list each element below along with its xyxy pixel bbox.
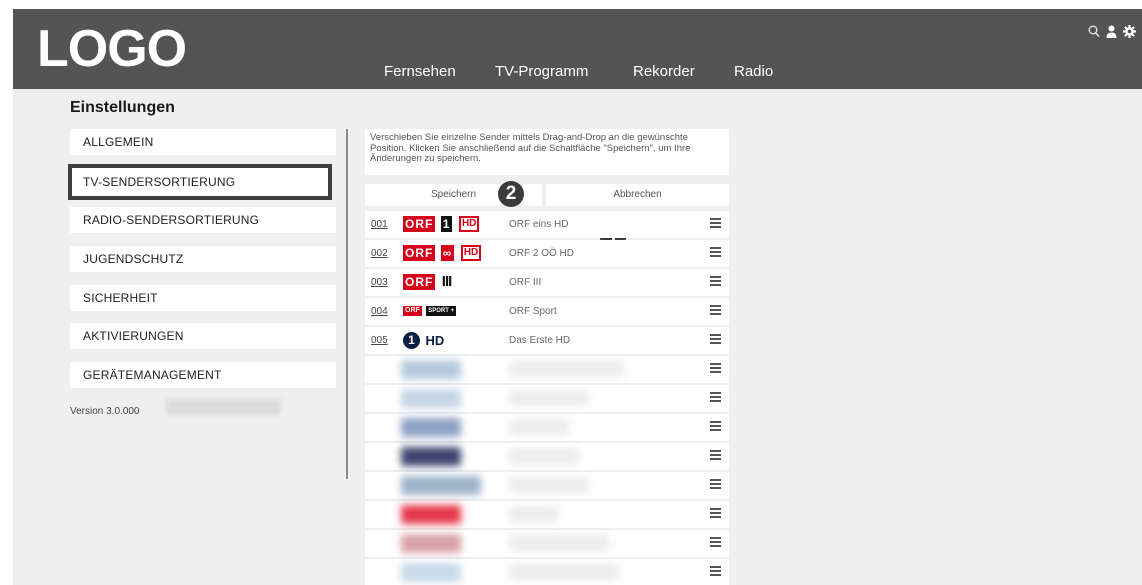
drag-handle-icon[interactable] [710,479,721,491]
channel-logo-redacted [401,505,461,524]
header-icons [1088,23,1136,39]
sidebar-item-allgemein[interactable]: ALLGEMEIN [70,129,336,155]
sidebar-item-sicherheit[interactable]: SICHERHEIT [70,285,336,311]
drag-handle-icon[interactable] [710,537,721,549]
instructions-text: Verschieben Sie einzelne Sender mittels … [365,129,729,175]
step-marker-2: 2 [498,181,524,207]
drag-handle-icon[interactable] [710,450,721,462]
channel-row-redacted[interactable] [365,443,729,470]
channel-name-redacted [509,477,589,493]
sidebar-item-jugendschutz[interactable]: JUGENDSCHUTZ [70,246,336,272]
channel-logo-redacted [401,563,461,582]
version-redacted [166,399,281,415]
drag-handle-icon[interactable] [710,392,721,404]
channel-name-redacted [509,419,569,435]
channel-row-redacted[interactable] [365,472,729,499]
channel-row[interactable]: 004 ORF SPORT + ORF Sport [365,298,729,325]
channel-name: Das Erste HD [509,335,571,346]
drag-handle-icon[interactable] [710,421,721,433]
channel-number[interactable]: 001 [371,219,388,230]
user-icon[interactable] [1106,25,1117,38]
sidebar-item-radio-sendersortierung[interactable]: RADIO-SENDERSORTIERUNG [70,207,336,233]
channel-row[interactable]: 003 ORF III ORF III [365,269,729,296]
channel-logo-redacted [401,447,461,466]
drag-handle-icon[interactable] [710,305,721,317]
channel-row[interactable]: 005 1 HD Das Erste HD [365,327,729,354]
channel-logo: ORF III [403,273,452,290]
channel-row[interactable]: 002 ORF ∞ HD ORF 2 OÖ HD [365,240,729,267]
channel-name-redacted [509,564,619,580]
nav-fernsehen[interactable]: Fernsehen [384,63,456,80]
channel-logo: 1 HD [403,332,444,349]
gear-icon[interactable] [1123,24,1136,38]
drag-handle-icon[interactable] [710,334,721,346]
channel-logo-redacted [401,418,461,437]
sidebar-item-tv-sendersortierung[interactable]: TV-SENDERSORTIERUNG [68,164,332,200]
channel-number[interactable]: 005 [371,335,388,346]
nav-radio[interactable]: Radio [734,63,773,80]
channel-number[interactable]: 002 [371,248,388,259]
channel-name-redacted [509,506,559,522]
channel-list: 001 ORF 1 HD ORF eins HD 002 ORF ∞ HD OR… [365,211,729,585]
page-title: Einstellungen [70,99,175,116]
sidebar-item-geraetemanagement[interactable]: GERÄTEMANAGEMENT [70,362,336,388]
channel-name-redacted [509,361,624,377]
channel-logo-redacted [401,389,461,408]
channel-logo-redacted [401,534,461,553]
app-window: LOGO Fernsehen TV-Programm Rekorder Radi… [13,9,1142,585]
nav-rekorder[interactable]: Rekorder [633,63,695,80]
version-label: Version 3.0.000 [70,406,140,417]
channel-logo: ORF 1 HD [403,216,480,233]
channel-logo-redacted [401,360,461,379]
search-icon[interactable] [1088,25,1100,38]
drag-handle-icon[interactable] [710,276,721,288]
channel-name-redacted [509,535,609,551]
nav-tv-programm[interactable]: TV-Programm [495,63,588,80]
drag-handle-icon[interactable] [710,247,721,259]
drag-handle-icon[interactable] [710,218,721,230]
channel-row-redacted[interactable] [365,530,729,557]
header-bar: LOGO Fernsehen TV-Programm Rekorder Radi… [13,9,1142,89]
channel-number[interactable]: 004 [371,306,388,317]
column-divider [346,129,348,479]
channel-name: ORF Sport [509,306,557,317]
app-logo[interactable]: LOGO [37,19,187,79]
channel-row[interactable]: 001 ORF 1 HD ORF eins HD [365,211,729,238]
channel-logo: ORF ∞ HD [403,245,482,262]
channel-name-redacted [509,390,589,406]
sidebar-item-aktivierungen[interactable]: AKTIVIERUNGEN [70,323,336,349]
channel-row-redacted[interactable] [365,414,729,441]
drag-handle-icon[interactable] [710,566,721,578]
channel-row-redacted[interactable] [365,559,729,585]
cancel-button[interactable]: Abbrechen [546,184,729,206]
channel-row-redacted[interactable] [365,356,729,383]
channel-name: ORF 2 OÖ HD [509,248,575,259]
channel-name: ORF III [509,277,542,288]
channel-row-redacted[interactable] [365,385,729,412]
channel-row-redacted[interactable] [365,501,729,528]
drag-handle-icon[interactable] [710,508,721,520]
drag-handle-icon[interactable] [710,363,721,375]
channel-name-redacted [509,448,579,464]
channel-logo-redacted [401,476,481,495]
channel-number[interactable]: 003 [371,277,388,288]
channel-name: ORF eins HD [509,219,569,230]
channel-logo: ORF SPORT + [403,306,457,316]
